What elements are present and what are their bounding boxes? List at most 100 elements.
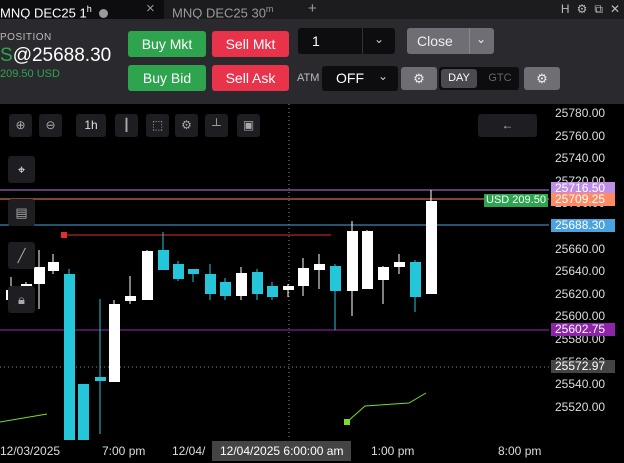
indicator-line-left bbox=[0, 413, 48, 423]
position-side: S bbox=[0, 45, 13, 66]
interval-button[interactable]: 1h bbox=[76, 114, 106, 137]
close-label: Close bbox=[417, 33, 453, 49]
candle-body bbox=[378, 267, 389, 280]
candle-body bbox=[48, 262, 59, 271]
candle-body bbox=[410, 262, 421, 297]
tif-gtc-option[interactable]: GTC bbox=[483, 69, 517, 88]
gear-icon[interactable]: ⚙ bbox=[577, 0, 588, 19]
candle-body bbox=[314, 264, 325, 270]
candle-body bbox=[188, 269, 199, 274]
indicator-line-right bbox=[346, 392, 427, 423]
price-tick-label: 25760.00 bbox=[555, 128, 606, 143]
candle-body bbox=[236, 273, 247, 296]
candle-body bbox=[173, 264, 184, 279]
time-label: 12/03/2025 bbox=[0, 444, 61, 458]
window-controls: H ⚙ ⧉ ✕ bbox=[561, 0, 620, 19]
candle-body bbox=[298, 268, 309, 286]
candle-body bbox=[64, 274, 75, 440]
candle-body bbox=[78, 384, 89, 440]
candle-body bbox=[347, 231, 358, 291]
zoom-in-icon[interactable]: ⊕ bbox=[9, 114, 32, 137]
trade-panel-icon[interactable]: ▤ bbox=[8, 199, 35, 226]
candle-body bbox=[109, 304, 120, 382]
tab-suffix: h bbox=[86, 4, 92, 14]
candle-body bbox=[205, 274, 216, 294]
chevron-down-icon: ⌄ bbox=[374, 32, 385, 46]
time-label: 7:00 pm bbox=[102, 444, 146, 458]
order-panel: POSITION S@25688.30 209.50 USD Buy Mkt S… bbox=[0, 19, 624, 104]
time-label: 12/04/ bbox=[172, 444, 206, 458]
candle-body bbox=[283, 286, 294, 290]
candle-body bbox=[142, 251, 153, 300]
hotkey-icon[interactable]: H bbox=[561, 0, 570, 19]
price-tick-label: 25780.00 bbox=[555, 106, 606, 120]
candles bbox=[6, 190, 437, 440]
position-avg-price: @25688.30 bbox=[12, 45, 112, 66]
candle-body bbox=[426, 201, 437, 294]
candle-body bbox=[267, 286, 278, 297]
crosshair-price-label: 25572.97 bbox=[551, 360, 615, 373]
popout-icon[interactable]: ⧉ bbox=[594, 0, 603, 19]
candle-body bbox=[95, 377, 106, 381]
atm-strategy-select[interactable]: OFF ⌄ bbox=[322, 66, 398, 91]
candlestick-icon[interactable]: ┃ bbox=[115, 114, 138, 137]
atm-settings-button[interactable]: ⚙ bbox=[401, 67, 437, 90]
chevron-down-icon: ⌄ bbox=[378, 69, 389, 83]
crosshair-icon[interactable]: ⌖ bbox=[8, 156, 35, 183]
chevron-down-icon: ⌄ bbox=[476, 32, 487, 46]
order-settings-button[interactable]: ⚙ bbox=[524, 67, 560, 90]
atm-value: OFF bbox=[336, 70, 364, 86]
position-pnl: 209.50 USD bbox=[0, 68, 60, 80]
tif-day-option[interactable]: DAY bbox=[441, 69, 477, 88]
tab-mnq-1h[interactable]: MNQ DEC25 1h × bbox=[0, 0, 164, 20]
orange-price-label: 25709.25 bbox=[551, 193, 615, 206]
price-tick-label: 25640.00 bbox=[555, 264, 606, 279]
candle-body bbox=[125, 296, 136, 301]
purple-bottom-price-label: 25602.75 bbox=[551, 323, 615, 336]
draw-line-icon[interactable]: ╱ bbox=[8, 242, 35, 269]
time-in-force-toggle[interactable]: DAY GTC bbox=[439, 67, 519, 90]
price-chart[interactable] bbox=[0, 104, 549, 440]
candle-body bbox=[220, 282, 231, 296]
zoom-out-icon[interactable]: ⊖ bbox=[39, 114, 62, 137]
price-tick-label: 25520.00 bbox=[555, 399, 606, 414]
gear-icon: ⚙ bbox=[536, 71, 548, 86]
candle-body bbox=[330, 266, 341, 291]
sell-market-button[interactable]: Sell Mkt bbox=[212, 31, 289, 57]
template-icon[interactable]: ▣ bbox=[237, 114, 260, 137]
divider bbox=[469, 28, 470, 54]
add-tab-icon[interactable]: + bbox=[308, 0, 317, 18]
close-window-icon[interactable]: ✕ bbox=[610, 0, 620, 19]
close-tab-icon[interactable]: × bbox=[146, 0, 155, 18]
unsaved-dot-icon bbox=[99, 9, 109, 19]
gear-icon: ⚙ bbox=[413, 71, 425, 86]
red-ray-handle[interactable] bbox=[61, 232, 67, 238]
price-tick-label: 25740.00 bbox=[555, 151, 606, 166]
buy-bid-button[interactable]: Buy Bid bbox=[128, 65, 206, 91]
candle-body bbox=[252, 272, 263, 294]
lock-icon[interactable]: 🔒︎ bbox=[8, 286, 35, 313]
price-tick-label: 25620.00 bbox=[555, 286, 606, 301]
close-position-button[interactable]: Close ⌄ bbox=[407, 28, 494, 54]
scroll-to-latest-button[interactable]: ← bbox=[478, 114, 537, 137]
pnl-tag: USD 209.50 bbox=[484, 194, 548, 207]
sell-ask-button[interactable]: Sell Ask bbox=[212, 65, 289, 91]
crosshair-time-label: 12/04/2025 6:00:00 am bbox=[212, 441, 352, 461]
buy-market-button[interactable]: Buy Mkt bbox=[128, 31, 206, 57]
tab-bar: MNQ DEC25 1h × MNQ DEC25 30m + H ⚙ ⧉ ✕ bbox=[0, 0, 624, 20]
atm-label: ATM bbox=[297, 72, 320, 84]
divider bbox=[362, 28, 363, 54]
indicator-point bbox=[344, 419, 350, 425]
position-label: POSITION bbox=[0, 32, 52, 43]
position-price: S@25688.30 bbox=[0, 45, 111, 67]
candle-body bbox=[362, 231, 373, 289]
candle-body bbox=[34, 267, 45, 284]
tab-mnq-30m[interactable]: MNQ DEC25 30m + bbox=[172, 0, 317, 20]
candle-body bbox=[394, 262, 405, 267]
quantity-selector[interactable]: 1 ⌄ bbox=[298, 28, 395, 54]
tab-suffix: m bbox=[265, 4, 274, 14]
gear-icon[interactable]: ⚙ bbox=[175, 114, 198, 137]
selection-box-icon[interactable]: ⬚ bbox=[146, 114, 169, 137]
indicators-icon[interactable]: ┴ bbox=[205, 114, 228, 137]
quantity-value: 1 bbox=[312, 33, 320, 49]
